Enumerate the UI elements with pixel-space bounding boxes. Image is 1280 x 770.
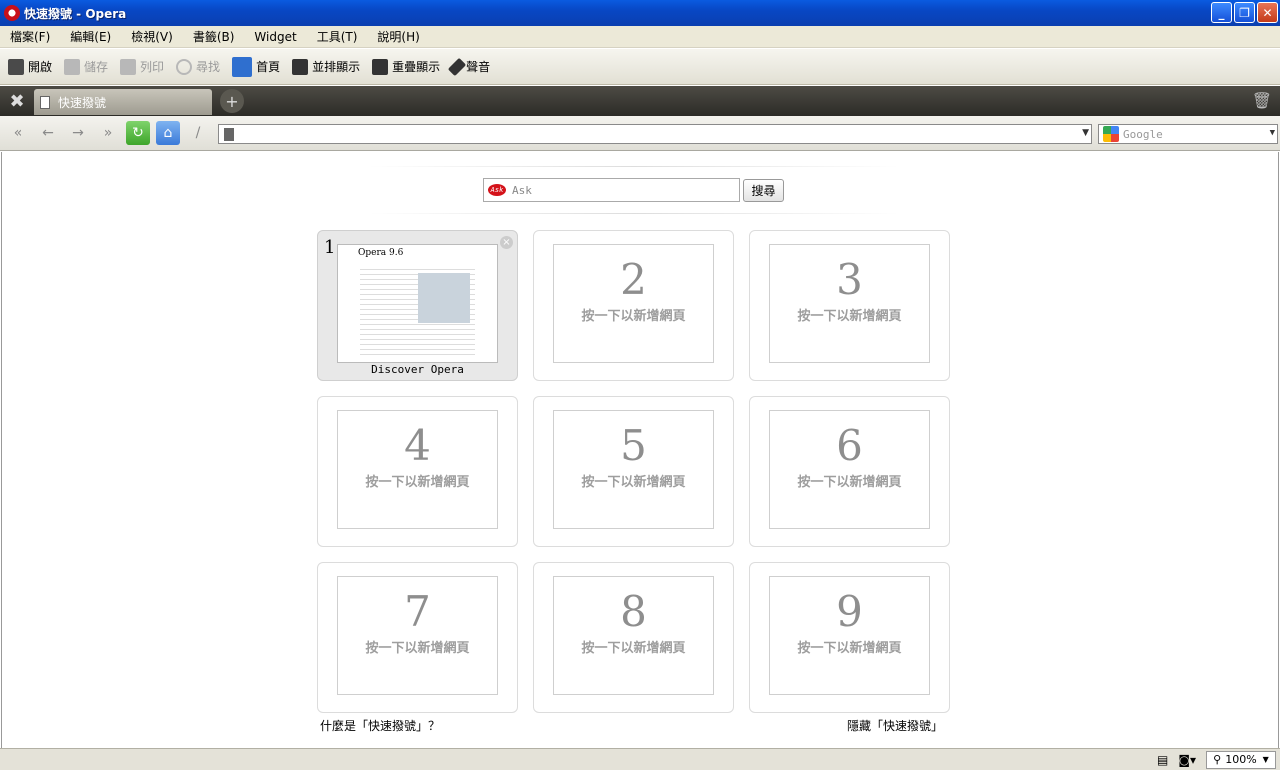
ask-logo-icon: Ask xyxy=(488,184,506,196)
cascade-icon xyxy=(372,58,389,75)
opera-logo-icon xyxy=(4,5,20,21)
speed-dial-slot-5[interactable]: 5 按一下以新增網頁 xyxy=(533,396,734,547)
menu-bookmarks[interactable]: 書籤(B) xyxy=(183,28,245,45)
navigation-bar: « ← → » ↻ ⌂ / ▼ Google ▼ xyxy=(0,116,1280,151)
tab-bar: ✖ 快速撥號 + 🗑 xyxy=(0,86,1280,116)
speed-dial-slot-2[interactable]: 2 按一下以新增網頁 xyxy=(533,230,734,381)
voice-button[interactable]: 聲音 xyxy=(447,57,490,76)
tile-icon xyxy=(292,58,309,75)
slot-title: Discover Opera xyxy=(371,363,464,376)
tab-speed-dial[interactable]: 快速撥號 xyxy=(34,89,212,115)
trash-icon[interactable]: 🗑 xyxy=(1252,91,1272,110)
speed-dial-page: Ask Ask 搜尋 1 × Opera 9.6 Discover Opera … xyxy=(1,152,1279,748)
open-button[interactable]: 開啟 xyxy=(8,58,52,75)
page-icon xyxy=(224,127,234,141)
tab-label: 快速撥號 xyxy=(58,95,107,110)
find-button[interactable]: 尋找 xyxy=(176,58,220,75)
title-bar: 快速撥號 - Opera _ ❐ ✕ xyxy=(0,0,1280,26)
speed-dial-slot-6[interactable]: 6 按一下以新增網頁 xyxy=(749,396,950,547)
microphone-icon xyxy=(447,57,467,76)
minimize-button[interactable]: _ xyxy=(1211,2,1232,23)
close-icon[interactable]: × xyxy=(500,236,513,249)
magnifier-icon xyxy=(176,58,193,75)
new-tab-button[interactable]: + xyxy=(220,89,244,113)
print-button[interactable]: 列印 xyxy=(120,58,164,75)
menu-edit[interactable]: 編輯(E) xyxy=(60,28,121,45)
chevron-down-icon: ▼ xyxy=(1262,755,1269,764)
window-title: 快速撥號 - Opera xyxy=(24,6,127,21)
menu-help[interactable]: 說明(H) xyxy=(367,28,429,45)
close-button[interactable]: ✕ xyxy=(1257,2,1278,23)
search-button[interactable]: 搜尋 xyxy=(743,179,784,202)
address-field[interactable]: ▼ xyxy=(218,124,1092,144)
folder-icon xyxy=(8,58,24,75)
speed-dial-slot-8[interactable]: 8 按一下以新增網頁 xyxy=(533,562,734,713)
speed-dial-slot-9[interactable]: 9 按一下以新增網頁 xyxy=(749,562,950,713)
document-icon[interactable]: ▤ xyxy=(1157,753,1168,767)
page-icon xyxy=(40,95,50,109)
what-is-speed-dial-link[interactable]: 什麼是「快速撥號」？ xyxy=(320,717,440,734)
camera-icon[interactable]: ◙▾ xyxy=(1178,753,1196,767)
speed-dial-slot-7[interactable]: 7 按一下以新增網頁 xyxy=(317,562,518,713)
home-icon xyxy=(232,56,253,77)
menu-bar: 檔案(F) 編輯(E) 檢視(V) 書籤(B) Widget 工具(T) 說明(… xyxy=(0,26,1280,48)
home-button[interactable]: 首頁 xyxy=(232,56,280,77)
cascade-button[interactable]: 重疊顯示 xyxy=(372,58,440,75)
hide-speed-dial-link[interactable]: 隱藏「快速撥號」 xyxy=(847,717,943,734)
rewind-icon[interactable]: « xyxy=(6,121,30,145)
ask-search-input[interactable]: Ask Ask xyxy=(483,178,740,202)
save-icon xyxy=(64,58,81,75)
main-toolbar: 開啟 儲存 列印 尋找 首頁 並排顯示 重疊顯示 聲音 xyxy=(0,49,1280,85)
chevron-down-icon[interactable]: ▼ xyxy=(1270,128,1275,138)
page-thumbnail: Opera 9.6 xyxy=(337,244,498,363)
divider xyxy=(369,213,899,214)
menu-tools[interactable]: 工具(T) xyxy=(307,28,368,45)
speed-dial-slot-3[interactable]: 3 按一下以新增網頁 xyxy=(749,230,950,381)
wand-icon[interactable]: / xyxy=(186,121,210,145)
tile-button[interactable]: 並排顯示 xyxy=(292,58,360,75)
restore-button[interactable]: ❐ xyxy=(1234,2,1255,23)
printer-icon xyxy=(120,58,137,75)
search-engine-field[interactable]: Google ▼ xyxy=(1098,124,1278,144)
save-button[interactable]: 儲存 xyxy=(64,58,108,75)
home-nav-icon[interactable]: ⌂ xyxy=(156,121,180,145)
menu-widget[interactable]: Widget xyxy=(244,30,306,44)
divider xyxy=(369,166,899,167)
magnifier-icon: ⚲ xyxy=(1213,753,1222,766)
panel-toggle-icon[interactable]: ✖ xyxy=(0,86,34,116)
forward-icon[interactable]: → xyxy=(66,121,90,145)
menu-file[interactable]: 檔案(F) xyxy=(0,28,60,45)
status-bar: ▤ ◙▾ ⚲ 100% ▼ xyxy=(0,748,1280,770)
speed-dial-slot-1[interactable]: 1 × Opera 9.6 Discover Opera xyxy=(317,230,518,381)
zoom-control[interactable]: ⚲ 100% ▼ xyxy=(1206,750,1276,769)
back-icon[interactable]: ← xyxy=(36,121,60,145)
fast-forward-icon[interactable]: » xyxy=(96,121,120,145)
chevron-down-icon[interactable]: ▼ xyxy=(1082,128,1089,138)
google-icon xyxy=(1103,126,1119,142)
menu-view[interactable]: 檢視(V) xyxy=(121,28,183,45)
speed-dial-slot-4[interactable]: 4 按一下以新增網頁 xyxy=(317,396,518,547)
reload-icon[interactable]: ↻ xyxy=(126,121,150,145)
